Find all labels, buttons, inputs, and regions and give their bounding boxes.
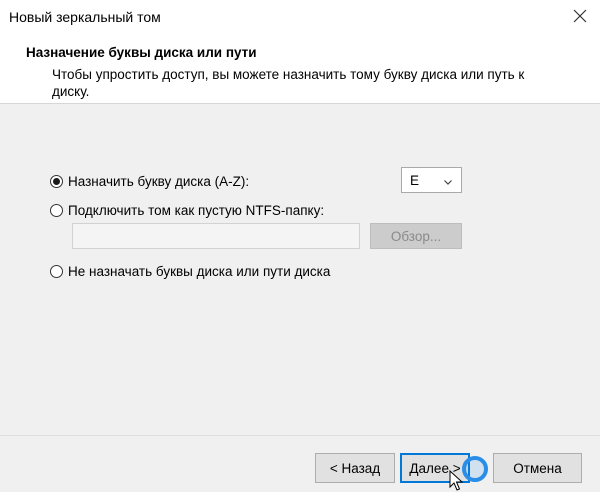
close-icon[interactable] [568,4,592,28]
radio-assign-letter[interactable] [50,175,63,188]
folder-path-input[interactable] [72,223,360,249]
option-no-assign[interactable]: Не назначать буквы диска или пути диска [50,264,330,279]
title-bar: Новый зеркальный том [0,0,600,32]
wizard-header: Назначение буквы диска или пути Чтобы уп… [0,32,600,104]
option-assign-letter[interactable]: Назначить букву диска (A-Z): [50,174,249,189]
drive-letter-value: E [410,172,420,188]
radio-mount-folder[interactable] [50,204,63,217]
option-mount-folder[interactable]: Подключить том как пустую NTFS-папку: [50,203,324,218]
drive-letter-select[interactable]: E [401,167,462,193]
cancel-button[interactable]: Отмена [493,453,582,483]
option-assign-letter-label: Назначить букву диска (A-Z): [68,174,250,189]
browse-button[interactable]: Обзор... [370,223,462,249]
chevron-down-icon [443,175,453,185]
click-indicator-icon [462,456,488,482]
page-title: Назначение буквы диска или пути [26,45,257,60]
back-button[interactable]: < Назад [315,453,395,483]
window-title: Новый зеркальный том [9,9,161,25]
wizard-footer: < Назад Далее > Отмена [0,435,600,492]
mouse-pointer-icon [449,469,465,492]
radio-no-assign[interactable] [50,265,63,278]
option-mount-folder-label: Подключить том как пустую NTFS-папку: [68,203,325,218]
option-no-assign-label: Не назначать буквы диска или пути диска [68,264,331,279]
page-description: Чтобы упростить доступ, вы можете назнач… [52,67,525,99]
